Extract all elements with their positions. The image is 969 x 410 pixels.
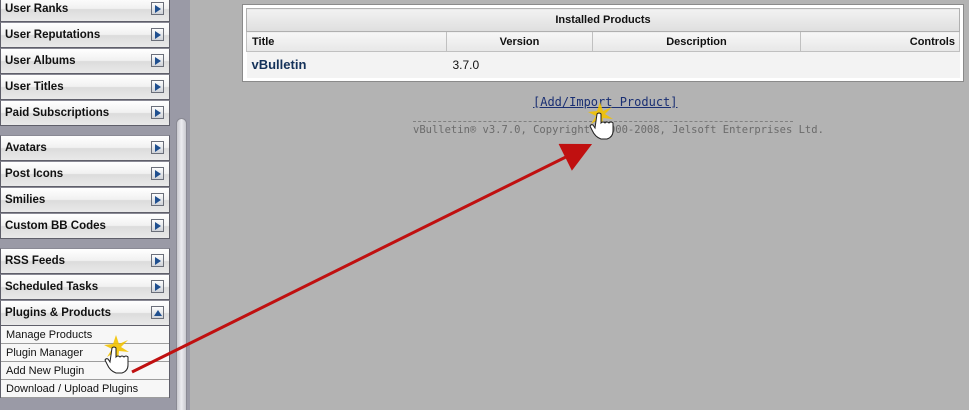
annotation-overlay bbox=[104, 102, 614, 374]
annotation-arrow bbox=[131, 143, 593, 374]
